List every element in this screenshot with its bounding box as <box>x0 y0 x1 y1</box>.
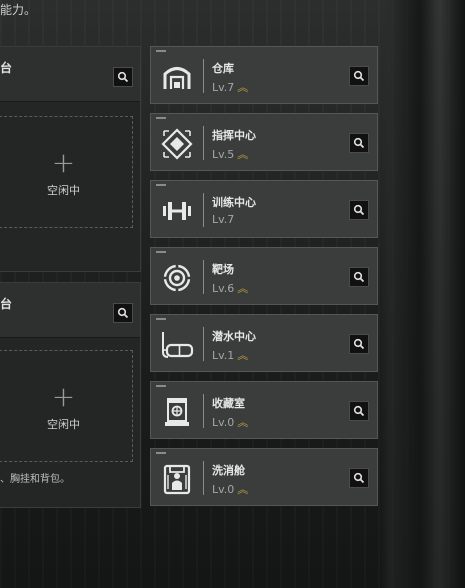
zoom-button[interactable] <box>349 66 369 86</box>
upgrade-arrow-icon: ︽ <box>237 81 249 94</box>
magnifier-icon <box>353 338 365 350</box>
separator <box>203 193 204 227</box>
command-center-icon <box>160 127 194 161</box>
zoom-button[interactable] <box>113 67 133 87</box>
zoom-button[interactable] <box>349 200 369 220</box>
zoom-button[interactable] <box>349 334 369 354</box>
facility-name: 靶场 <box>212 263 234 276</box>
magnifier-icon <box>117 71 129 83</box>
separator <box>203 327 204 361</box>
level-text: Lv.0 <box>212 483 235 496</box>
magnifier-icon <box>353 204 365 216</box>
card-marker <box>156 117 166 119</box>
magnifier-icon <box>117 307 129 319</box>
zoom-button[interactable] <box>113 303 133 323</box>
upgrade-arrow-icon: ︽ <box>237 349 249 362</box>
facility-level: Lv.7 ︽ <box>212 79 248 95</box>
zoom-button[interactable] <box>349 133 369 153</box>
facility-level: Lv.5 ︽ <box>212 146 248 162</box>
facility-name: 潜水中心 <box>212 330 256 343</box>
upgrade-arrow-icon: ︽ <box>237 483 249 496</box>
decontamination-icon <box>160 462 194 496</box>
add-icon: + <box>51 380 76 413</box>
zoom-button[interactable] <box>349 267 369 287</box>
panel-note: 、胸挂和背包。 <box>0 474 70 485</box>
facility-name: 仓库 <box>212 62 234 75</box>
facility-level: Lv.6 ︽ <box>212 280 248 296</box>
diving-mask-icon <box>160 328 194 362</box>
separator <box>203 126 204 160</box>
collection-icon <box>160 395 194 429</box>
description-text: 能力。 <box>0 3 37 17</box>
facility-name: 训练中心 <box>212 196 256 209</box>
magnifier-icon <box>353 472 365 484</box>
level-text: Lv.5 <box>212 148 235 161</box>
workbench-panel-2: 台 + 空闲中 、胸挂和背包。 <box>0 282 141 508</box>
facility-card-collection-room[interactable]: 收藏室 Lv.0 ︽ <box>150 381 378 439</box>
zoom-button[interactable] <box>349 401 369 421</box>
facility-card-shooting-range[interactable]: 靶场 Lv.6 ︽ <box>150 247 378 305</box>
level-text: Lv.1 <box>212 349 235 362</box>
card-marker <box>156 318 166 320</box>
magnifier-icon <box>353 70 365 82</box>
facility-card-diving-center[interactable]: 潜水中心 Lv.1 ︽ <box>150 314 378 372</box>
facility-card-decontamination[interactable]: 洗消舱 Lv.0 ︽ <box>150 448 378 506</box>
magnifier-icon <box>353 137 365 149</box>
panel-title: 台 <box>0 297 13 311</box>
upgrade-arrow-icon: ︽ <box>237 416 249 429</box>
level-text: Lv.7 <box>212 81 235 94</box>
facility-card-warehouse[interactable]: 仓库 Lv.7 ︽ <box>150 46 378 104</box>
facility-card-training-center[interactable]: 训练中心 Lv.7 <box>150 180 378 238</box>
magnifier-icon <box>353 271 365 283</box>
card-marker <box>156 251 166 253</box>
magnifier-icon <box>353 405 365 417</box>
facility-level: Lv.7 <box>212 213 237 226</box>
separator <box>203 394 204 428</box>
dumbbell-icon <box>160 194 194 228</box>
facility-name: 洗消舱 <box>212 464 245 477</box>
card-marker <box>156 385 166 387</box>
panel-header: 台 <box>0 47 140 102</box>
add-icon: + <box>51 146 76 179</box>
card-marker <box>156 184 166 186</box>
workbench-panel-1: 台 + 空闲中 <box>0 46 141 272</box>
separator <box>203 260 204 294</box>
separator <box>203 461 204 495</box>
level-text: Lv.7 <box>212 213 235 226</box>
facility-card-command-center[interactable]: 指挥中心 Lv.5 ︽ <box>150 113 378 171</box>
upgrade-arrow-icon: ︽ <box>237 148 249 161</box>
panel-header: 台 <box>0 283 140 338</box>
facility-level: Lv.0 ︽ <box>212 481 248 497</box>
slot-status: 空闲中 <box>47 184 80 197</box>
facility-level: Lv.1 ︽ <box>212 347 248 363</box>
target-icon <box>160 261 194 295</box>
card-marker <box>156 50 166 52</box>
idle-slot[interactable]: + 空闲中 <box>0 116 133 228</box>
warehouse-icon <box>160 60 194 94</box>
slot-status: 空闲中 <box>47 418 80 431</box>
zoom-button[interactable] <box>349 468 369 488</box>
level-text: Lv.0 <box>212 416 235 429</box>
idle-slot[interactable]: + 空闲中 <box>0 350 133 462</box>
separator <box>203 59 204 93</box>
level-text: Lv.6 <box>212 282 235 295</box>
facility-name: 指挥中心 <box>212 129 256 142</box>
card-marker <box>156 452 166 454</box>
facility-name: 收藏室 <box>212 397 245 410</box>
upgrade-arrow-icon: ︽ <box>237 282 249 295</box>
facility-level: Lv.0 ︽ <box>212 414 248 430</box>
panel-title: 台 <box>0 61 13 75</box>
